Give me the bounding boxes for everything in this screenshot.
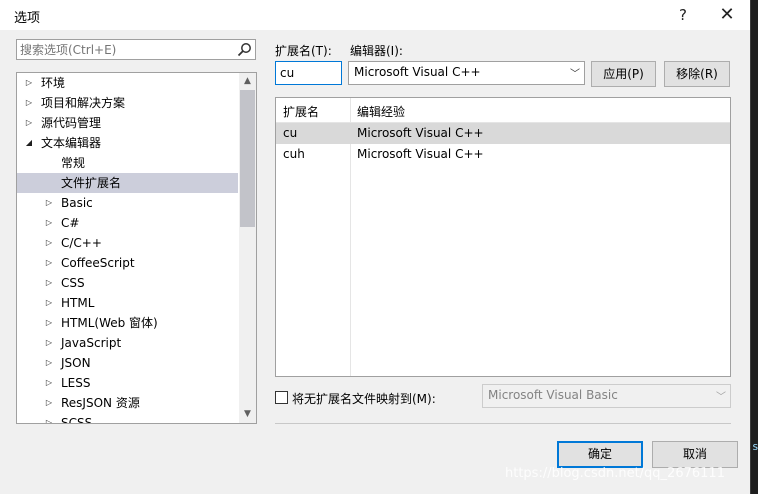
list-header: 扩展名 编辑经验 [276,98,730,123]
tree-item[interactable]: ▷ JSON [17,353,238,373]
options-dialog: 选项 ? ✕ ▲ ▼ ▷ 环境 ▷ 项目和解决方案 ▷ 源代码管理 ◢ 文本编辑器常规文件扩展… [0,0,751,494]
collapsed-arrow-icon[interactable]: ▷ [43,193,55,213]
tree-item[interactable]: ▷ ResJSON 资源 [17,393,238,413]
chevron-down-icon: ﹀ [716,392,726,403]
collapsed-arrow-icon[interactable]: ▷ [43,413,55,423]
tree-item-label: HTML [61,296,95,310]
tree-item-label: 项目和解决方案 [41,96,126,110]
tree-item-label: C/C++ [61,236,102,250]
search-box [16,39,256,60]
tree-item[interactable]: ▷ JavaScript [17,333,238,353]
divider [275,423,731,424]
tree-item[interactable]: ▷ HTML [17,293,238,313]
watermark-text: https://blog.csdn.net/qq_2676111 [505,466,725,481]
tree-item[interactable]: 常规 [17,153,238,173]
ok-button[interactable]: 确定 [557,441,643,468]
tree-item[interactable]: ▷ Basic [17,193,238,213]
map-editor-select[interactable]: Microsoft Visual Basic ﹀ [482,384,731,408]
help-button[interactable]: ? [668,3,698,27]
tree-item[interactable]: ▷ HTML(Web 窗体) [17,313,238,333]
table-row[interactable]: cuh Microsoft Visual C++ [276,144,730,165]
row-editor: Microsoft Visual C++ [357,147,484,161]
map-no-extension-label[interactable]: 将无扩展名文件映射到(M): [292,390,436,407]
collapsed-arrow-icon[interactable]: ▷ [43,353,55,373]
column-header-editor[interactable]: 编辑经验 [357,103,405,120]
tree-item-label: ResJSON 资源 [61,396,140,410]
dialog-title: 选项 [14,11,41,26]
row-extension: cu [283,126,298,140]
row-extension: cuh [283,147,305,161]
extension-list: 扩展名 编辑经验 cu Microsoft Visual C++ cuh Mic… [275,97,731,377]
map-no-extension-checkbox[interactable] [275,391,288,404]
collapsed-arrow-icon[interactable]: ▷ [43,273,55,293]
tree-item[interactable]: ▷ CSS [17,273,238,293]
row-editor: Microsoft Visual C++ [357,126,484,140]
collapsed-arrow-icon[interactable]: ▷ [43,333,55,353]
tree-item-label: SCSS [61,416,93,424]
collapsed-arrow-icon[interactable]: ▷ [43,373,55,393]
tree-item[interactable]: ▷ 项目和解决方案 [17,93,238,113]
collapsed-arrow-icon[interactable]: ▷ [43,393,55,413]
chevron-down-icon: ﹀ [570,69,580,80]
remove-button[interactable]: 移除(R) [664,61,730,87]
tree-item[interactable]: ▷ SCSS [17,413,238,424]
table-row[interactable]: cu Microsoft Visual C++ [276,123,730,144]
tree-item[interactable]: ▷ LESS [17,373,238,393]
tree-item[interactable]: ▷ 环境 [17,73,238,93]
tree-item[interactable]: ◢ 文本编辑器 [17,133,238,153]
collapsed-arrow-icon[interactable]: ▷ [43,293,55,313]
apply-button[interactable]: 应用(P) [591,61,656,87]
tree-item[interactable]: ▷ C/C++ [17,233,238,253]
tree-item-label: CoffeeScript [61,256,135,270]
tree-item-label: 常规 [61,156,86,170]
options-tree: ▲ ▼ ▷ 环境 ▷ 项目和解决方案 ▷ 源代码管理 ◢ 文本编辑器常规文件扩展名 ▷ Basic… [16,72,257,424]
scroll-thumb[interactable] [240,90,255,227]
tree-item-label: CSS [61,276,85,290]
tree-item-label: Basic [61,196,93,210]
tree-scrollbar[interactable]: ▲ ▼ [239,73,256,423]
collapsed-arrow-icon[interactable]: ▷ [43,213,55,233]
search-input[interactable] [20,41,230,58]
tree-item-label: 源代码管理 [41,116,102,130]
collapsed-arrow-icon[interactable]: ▷ [23,113,35,133]
tree-item-label: 文本编辑器 [41,136,102,150]
tree-item[interactable]: ▷ C# [17,213,238,233]
cancel-button[interactable]: 取消 [652,441,738,468]
tree-item-label: 环境 [41,76,66,90]
map-editor-select-value: Microsoft Visual Basic [488,388,618,402]
tree-item-label: HTML(Web 窗体) [61,316,158,330]
editor-label: 编辑器(I): [350,44,403,58]
collapsed-arrow-icon[interactable]: ▷ [23,73,35,93]
tree-item-label: C# [61,216,80,230]
collapsed-arrow-icon[interactable]: ▷ [43,233,55,253]
editor-select[interactable]: Microsoft Visual C++ ﹀ [348,61,585,85]
title-bar: 选项 ? ✕ [0,0,750,30]
scroll-down-icon[interactable]: ▼ [239,406,256,423]
tree-item-label: JavaScript [61,336,122,350]
close-button[interactable]: ✕ [712,3,742,27]
tree-item-label: LESS [61,376,91,390]
scroll-up-icon[interactable]: ▲ [239,73,256,90]
editor-select-value: Microsoft Visual C++ [354,65,481,79]
background-code-fragment: s [752,440,758,453]
tree-item-label: JSON [61,356,91,370]
collapsed-arrow-icon[interactable]: ▷ [23,93,35,113]
tree-item[interactable]: ▷ 源代码管理 [17,113,238,133]
tree-item-label: 文件扩展名 [61,176,122,190]
extension-label: 扩展名(T): [275,44,332,58]
search-icon[interactable] [237,42,252,57]
expanded-arrow-icon[interactable]: ◢ [23,133,35,153]
tree-item[interactable]: 文件扩展名 [17,173,238,193]
collapsed-arrow-icon[interactable]: ▷ [43,253,55,273]
column-header-extension[interactable]: 扩展名 [283,103,319,120]
extension-input[interactable] [275,61,342,85]
collapsed-arrow-icon[interactable]: ▷ [43,313,55,333]
tree-item[interactable]: ▷ CoffeeScript [17,253,238,273]
